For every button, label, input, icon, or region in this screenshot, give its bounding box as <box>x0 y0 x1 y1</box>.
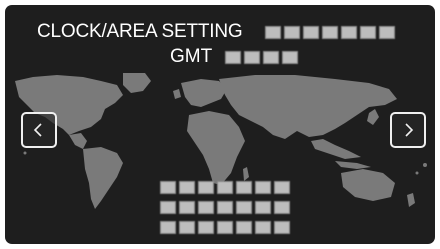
map-europe <box>181 79 227 107</box>
city-list-line-blurred <box>160 181 290 194</box>
city-list-line-blurred <box>160 201 290 214</box>
gmt-label: GMT <box>170 46 213 67</box>
map-southeast-asia <box>311 139 361 159</box>
chevron-right-icon <box>405 123 414 137</box>
next-area-button[interactable] <box>390 112 426 148</box>
map-island <box>415 171 419 175</box>
map-south-america <box>83 147 123 209</box>
title-extra-text-blurred <box>265 26 395 39</box>
chevron-left-icon <box>33 123 42 137</box>
previous-area-button[interactable] <box>21 112 57 148</box>
map-asia <box>219 75 397 139</box>
map-new-zealand <box>407 193 415 207</box>
map-greenland <box>123 73 151 93</box>
clock-area-setting-screen: CLOCK/AREA SETTING GMT <box>5 5 435 244</box>
map-africa <box>187 111 245 185</box>
map-uk <box>173 89 181 99</box>
page-title: CLOCK/AREA SETTING <box>37 21 243 42</box>
map-island <box>423 163 427 167</box>
city-list-line-blurred <box>160 221 290 234</box>
gmt-offset-blurred <box>225 51 298 64</box>
map-japan <box>367 109 379 125</box>
map-island <box>23 151 27 155</box>
map-central-america <box>69 133 87 149</box>
map-australia <box>341 169 395 201</box>
map-madagascar <box>243 167 249 181</box>
map-indonesia <box>335 161 371 169</box>
